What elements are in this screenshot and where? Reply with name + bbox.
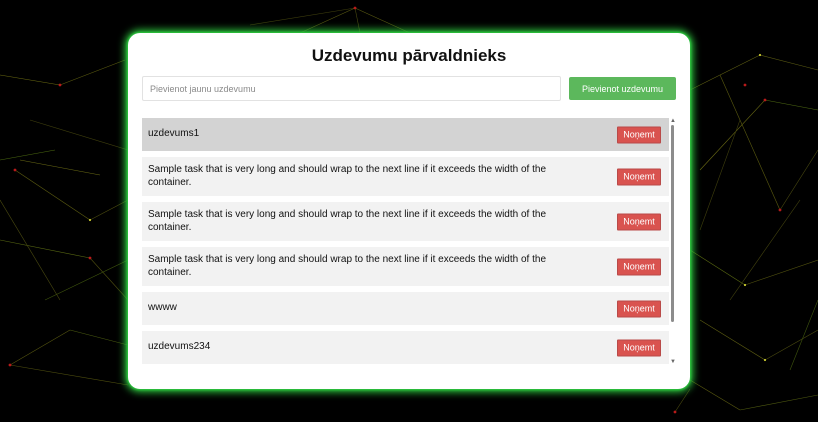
remove-task-button[interactable]: Noņemt bbox=[617, 258, 661, 275]
task-text: Sample task that is very long and should… bbox=[148, 164, 547, 188]
remove-task-button[interactable]: Noņemt bbox=[617, 168, 661, 185]
task-text: uzdevums234 bbox=[148, 341, 211, 353]
remove-task-button[interactable]: Noņemt bbox=[617, 126, 661, 143]
task-item[interactable]: uzdevums1 Noņemt bbox=[142, 118, 669, 151]
task-text: wwww bbox=[148, 302, 177, 314]
task-item[interactable]: uzdevums234 Noņemt bbox=[142, 331, 669, 364]
task-text: Sample task that is very long and should… bbox=[148, 254, 547, 278]
page-title: Uzdevumu pārvaldnieks bbox=[311, 46, 507, 65]
remove-task-button[interactable]: Noņemt bbox=[617, 213, 661, 230]
scroll-thumb[interactable] bbox=[671, 125, 674, 322]
scroll-down-arrow-icon[interactable]: ▼ bbox=[669, 359, 677, 365]
add-task-button[interactable]: Pievienot uzdevumu bbox=[569, 77, 676, 100]
remove-task-button[interactable]: Noņemt bbox=[617, 339, 661, 356]
task-list-scrollbar[interactable]: ▲ ▼ bbox=[669, 118, 677, 365]
task-list: uzdevums1 Noņemt Sample task that is ver… bbox=[142, 118, 669, 364]
task-text: uzdevums1 bbox=[148, 128, 200, 140]
task-item[interactable]: Sample task that is very long and should… bbox=[142, 157, 669, 196]
scroll-up-arrow-icon[interactable]: ▲ bbox=[669, 118, 677, 124]
task-item[interactable]: Sample task that is very long and should… bbox=[142, 247, 669, 286]
task-list-container[interactable]: uzdevums1 Noņemt Sample task that is ver… bbox=[142, 118, 677, 365]
new-task-input[interactable] bbox=[142, 76, 561, 101]
task-text: Sample task that is very long and should… bbox=[148, 209, 547, 233]
task-item[interactable]: wwww Noņemt bbox=[142, 292, 669, 325]
task-manager-card: Uzdevumu pārvaldnieks Pievienot uzdevumu… bbox=[128, 33, 690, 389]
remove-task-button[interactable]: Noņemt bbox=[617, 300, 661, 317]
task-item[interactable]: Sample task that is very long and should… bbox=[142, 202, 669, 241]
